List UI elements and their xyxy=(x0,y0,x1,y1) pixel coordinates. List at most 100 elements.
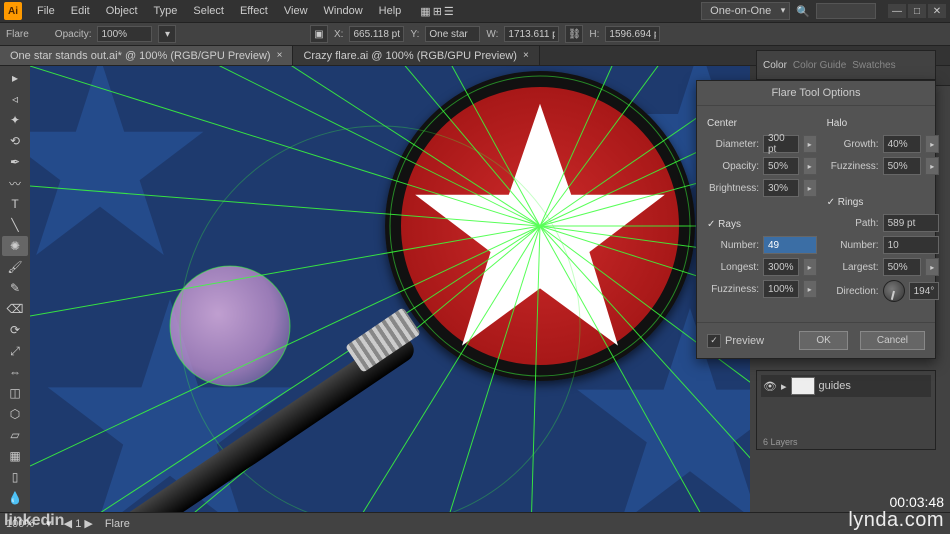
preview-checkbox[interactable]: Preview xyxy=(707,334,764,348)
pen-tool[interactable]: ✒ xyxy=(2,152,28,172)
cancel-button[interactable]: Cancel xyxy=(860,331,925,350)
ok-button[interactable]: OK xyxy=(799,331,847,350)
selection-tool[interactable]: ▸ xyxy=(2,68,28,88)
rings-direction-label: Direction: xyxy=(827,286,879,297)
linkedin-watermark: linkedin xyxy=(4,512,64,530)
flare-tool[interactable]: ✺ xyxy=(2,236,28,256)
menu-select[interactable]: Select xyxy=(186,2,231,20)
free-transform-tool[interactable]: ◫ xyxy=(2,383,28,403)
shape-builder-tool[interactable]: ⬡ xyxy=(2,404,28,424)
window-maximize[interactable]: □ xyxy=(908,4,926,18)
menu-edit[interactable]: Edit xyxy=(64,2,97,20)
rays-longest-input[interactable]: 300% xyxy=(763,258,799,276)
workspace-selector[interactable]: One-on-One xyxy=(701,2,790,20)
x-input[interactable] xyxy=(349,26,404,42)
stepper-icon[interactable]: ▸ xyxy=(803,258,817,276)
flare-tool-options-dialog: Flare Tool Options Center Diameter:300 p… xyxy=(696,80,936,359)
rays-number-input[interactable]: 49 xyxy=(763,236,817,254)
tab-close-icon[interactable]: × xyxy=(277,50,283,61)
visibility-icon[interactable]: 👁 xyxy=(763,380,777,393)
growth-input[interactable]: 40% xyxy=(883,135,922,153)
stepper-icon[interactable]: ▸ xyxy=(803,135,817,153)
y-input[interactable] xyxy=(425,26,480,42)
menu-view[interactable]: View xyxy=(277,2,315,20)
search-input[interactable] xyxy=(816,3,876,19)
center-group: Center Diameter:300 pt▸ Opacity:50%▸ Bri… xyxy=(707,114,817,209)
diameter-input[interactable]: 300 pt xyxy=(763,135,799,153)
eyedropper-tool[interactable]: 💧 xyxy=(2,488,28,508)
brightness-input[interactable]: 30% xyxy=(763,179,799,197)
menu-help[interactable]: Help xyxy=(372,2,409,20)
window-close[interactable]: ✕ xyxy=(928,4,946,18)
color-tab-label[interactable]: Color xyxy=(763,60,787,71)
width-tool[interactable]: ⇔ xyxy=(2,362,28,382)
rings-largest-input[interactable]: 50% xyxy=(883,258,922,276)
opacity-input[interactable] xyxy=(97,26,152,42)
rays-number-label: Number: xyxy=(707,240,759,251)
center-opacity-input[interactable]: 50% xyxy=(763,157,799,175)
layer-thumbnail xyxy=(791,377,815,395)
transform-icon[interactable]: ▣ xyxy=(310,25,328,43)
stepper-icon[interactable]: ▸ xyxy=(925,258,939,276)
window-minimize[interactable]: — xyxy=(888,4,906,18)
expand-icon[interactable]: ▸ xyxy=(781,380,787,393)
direct-selection-tool[interactable]: ◃ xyxy=(2,89,28,109)
pencil-tool[interactable]: ✎ xyxy=(2,278,28,298)
stepper-icon[interactable]: ▸ xyxy=(803,179,817,197)
menu-type[interactable]: Type xyxy=(147,2,185,20)
document-tab-active[interactable]: One star stands out.ai* @ 100% (RGB/GPU … xyxy=(0,46,293,65)
mesh-tool[interactable]: ▦ xyxy=(2,446,28,466)
video-timestamp: 00:03:48 xyxy=(890,494,945,510)
stepper-icon[interactable]: ▸ xyxy=(925,135,939,153)
menu-window[interactable]: Window xyxy=(317,2,370,20)
stepper-icon[interactable]: ▸ xyxy=(803,157,817,175)
line-tool[interactable]: ╲ xyxy=(2,215,28,235)
halo-heading: Halo xyxy=(827,118,940,129)
h-input[interactable] xyxy=(605,26,660,42)
link-wh-icon[interactable]: ⛓ xyxy=(565,25,583,43)
opacity-dropdown[interactable]: ▾ xyxy=(158,25,176,43)
perspective-tool[interactable]: ▱ xyxy=(2,425,28,445)
rays-fuzziness-input[interactable]: 100% xyxy=(763,280,799,298)
menubar: Ai File Edit Object Type Select Effect V… xyxy=(0,0,950,22)
rotate-tool[interactable]: ⟳ xyxy=(2,320,28,340)
menu-object[interactable]: Object xyxy=(99,2,145,20)
menu-extras-icon[interactable]: ☰ xyxy=(444,5,454,18)
colorguide-tab-label[interactable]: Color Guide xyxy=(793,60,846,71)
menu-file[interactable]: File xyxy=(30,2,62,20)
layer-row[interactable]: 👁 ▸ guides xyxy=(761,375,931,397)
options-bar: Flare Opacity: ▾ ▣ X: Y: W: ⛓ H: xyxy=(0,22,950,46)
rings-number-input[interactable]: 10 xyxy=(883,236,940,254)
rings-path-input[interactable]: 589 pt xyxy=(883,214,940,232)
halo-fuzziness-input[interactable]: 50% xyxy=(883,157,922,175)
halo-fuzziness-label: Fuzziness: xyxy=(827,161,879,172)
brush-tool[interactable]: 🖌 xyxy=(2,257,28,277)
color-panel: Color Color Guide Swatches xyxy=(756,50,936,80)
rings-direction-input[interactable]: 194° xyxy=(909,282,940,300)
rings-heading: Rings xyxy=(827,197,940,208)
tab-close-icon[interactable]: × xyxy=(523,50,529,61)
stepper-icon[interactable]: ▸ xyxy=(803,280,817,298)
center-opacity-label: Opacity: xyxy=(707,161,759,172)
lasso-tool[interactable]: ⟲ xyxy=(2,131,28,151)
layers-count: 6 Layers xyxy=(763,437,798,447)
document-tab-inactive[interactable]: Crazy flare.ai @ 100% (RGB/GPU Preview) … xyxy=(293,46,539,65)
direction-dial[interactable] xyxy=(883,280,905,302)
curvature-tool[interactable]: 〰 xyxy=(2,173,28,193)
arrange-icon[interactable]: ⊞ xyxy=(433,5,442,18)
menu-effect[interactable]: Effect xyxy=(233,2,275,20)
rays-longest-label: Longest: xyxy=(707,262,759,273)
status-bar: 100% ▾ ◀ 1 ▶ Flare xyxy=(0,512,950,534)
gradient-tool[interactable]: ▯ xyxy=(2,467,28,487)
doc-setup-icon[interactable]: ▦ xyxy=(420,5,430,18)
scale-tool[interactable]: ⤢ xyxy=(2,341,28,361)
layers-panel: 👁 ▸ guides 6 Layers xyxy=(756,370,936,450)
magic-wand-tool[interactable]: ✦ xyxy=(2,110,28,130)
eraser-tool[interactable]: ⌫ xyxy=(2,299,28,319)
swatches-tab-label[interactable]: Swatches xyxy=(852,60,895,71)
canvas[interactable] xyxy=(30,66,750,512)
w-input[interactable] xyxy=(504,26,559,42)
stepper-icon[interactable]: ▸ xyxy=(925,157,939,175)
type-tool[interactable]: T xyxy=(2,194,28,214)
w-label: W: xyxy=(486,29,498,40)
